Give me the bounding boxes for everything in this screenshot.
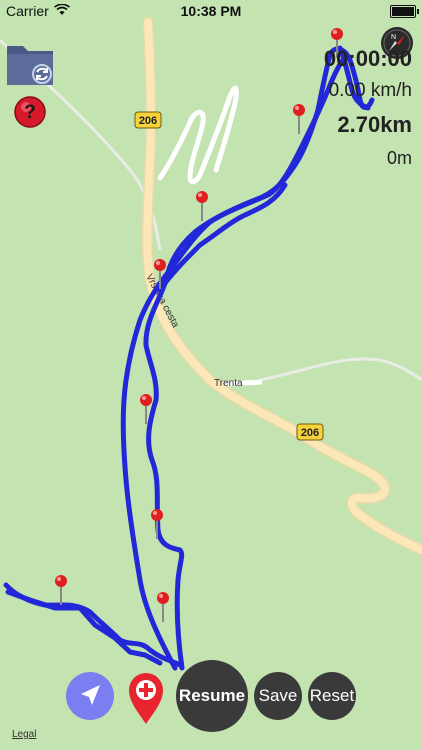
elapsed-time: 00:00:00 (323, 46, 412, 71)
location-arrow-icon (81, 685, 100, 705)
svg-text:?: ? (24, 102, 36, 123)
road-shield-206-south: 206 (296, 423, 324, 441)
svg-text:N: N (391, 34, 396, 41)
folder-sync-icon (7, 46, 53, 85)
add-waypoint-button[interactable] (124, 670, 168, 726)
bottom-toolbar: Resume Save Reset (0, 660, 422, 732)
road-shield-label: 206 (139, 115, 157, 127)
battery-icon (390, 5, 419, 18)
status-bar: Carrier 10:38 PM (0, 0, 422, 22)
reset-button[interactable]: Reset (308, 672, 356, 720)
locate-button[interactable] (66, 672, 114, 720)
total-distance: 2.70km (337, 112, 412, 137)
altitude: 0m (386, 148, 412, 168)
map-pin-plus-icon (129, 673, 163, 724)
legal-link[interactable]: Legal (12, 729, 36, 740)
place-name-label: Trenta (214, 378, 243, 389)
folder-sync-button[interactable] (6, 42, 54, 86)
tracking-stats: 00:00:00 0.00 km/h 2.70km 0m (324, 46, 412, 170)
resume-button[interactable]: Resume (176, 660, 248, 732)
question-mark-icon: ? (14, 96, 46, 128)
clock-label: 10:38 PM (180, 3, 242, 19)
save-button[interactable]: Save (254, 672, 302, 720)
road-shield-label: 206 (301, 427, 319, 439)
tracker-app: 206 206 Vršiška cesta Trenta Carrier 10:… (0, 0, 422, 750)
help-button[interactable]: ? (14, 96, 46, 128)
current-speed: 0.00 km/h (328, 80, 412, 101)
road-shield-206-north: 206 (134, 111, 162, 129)
